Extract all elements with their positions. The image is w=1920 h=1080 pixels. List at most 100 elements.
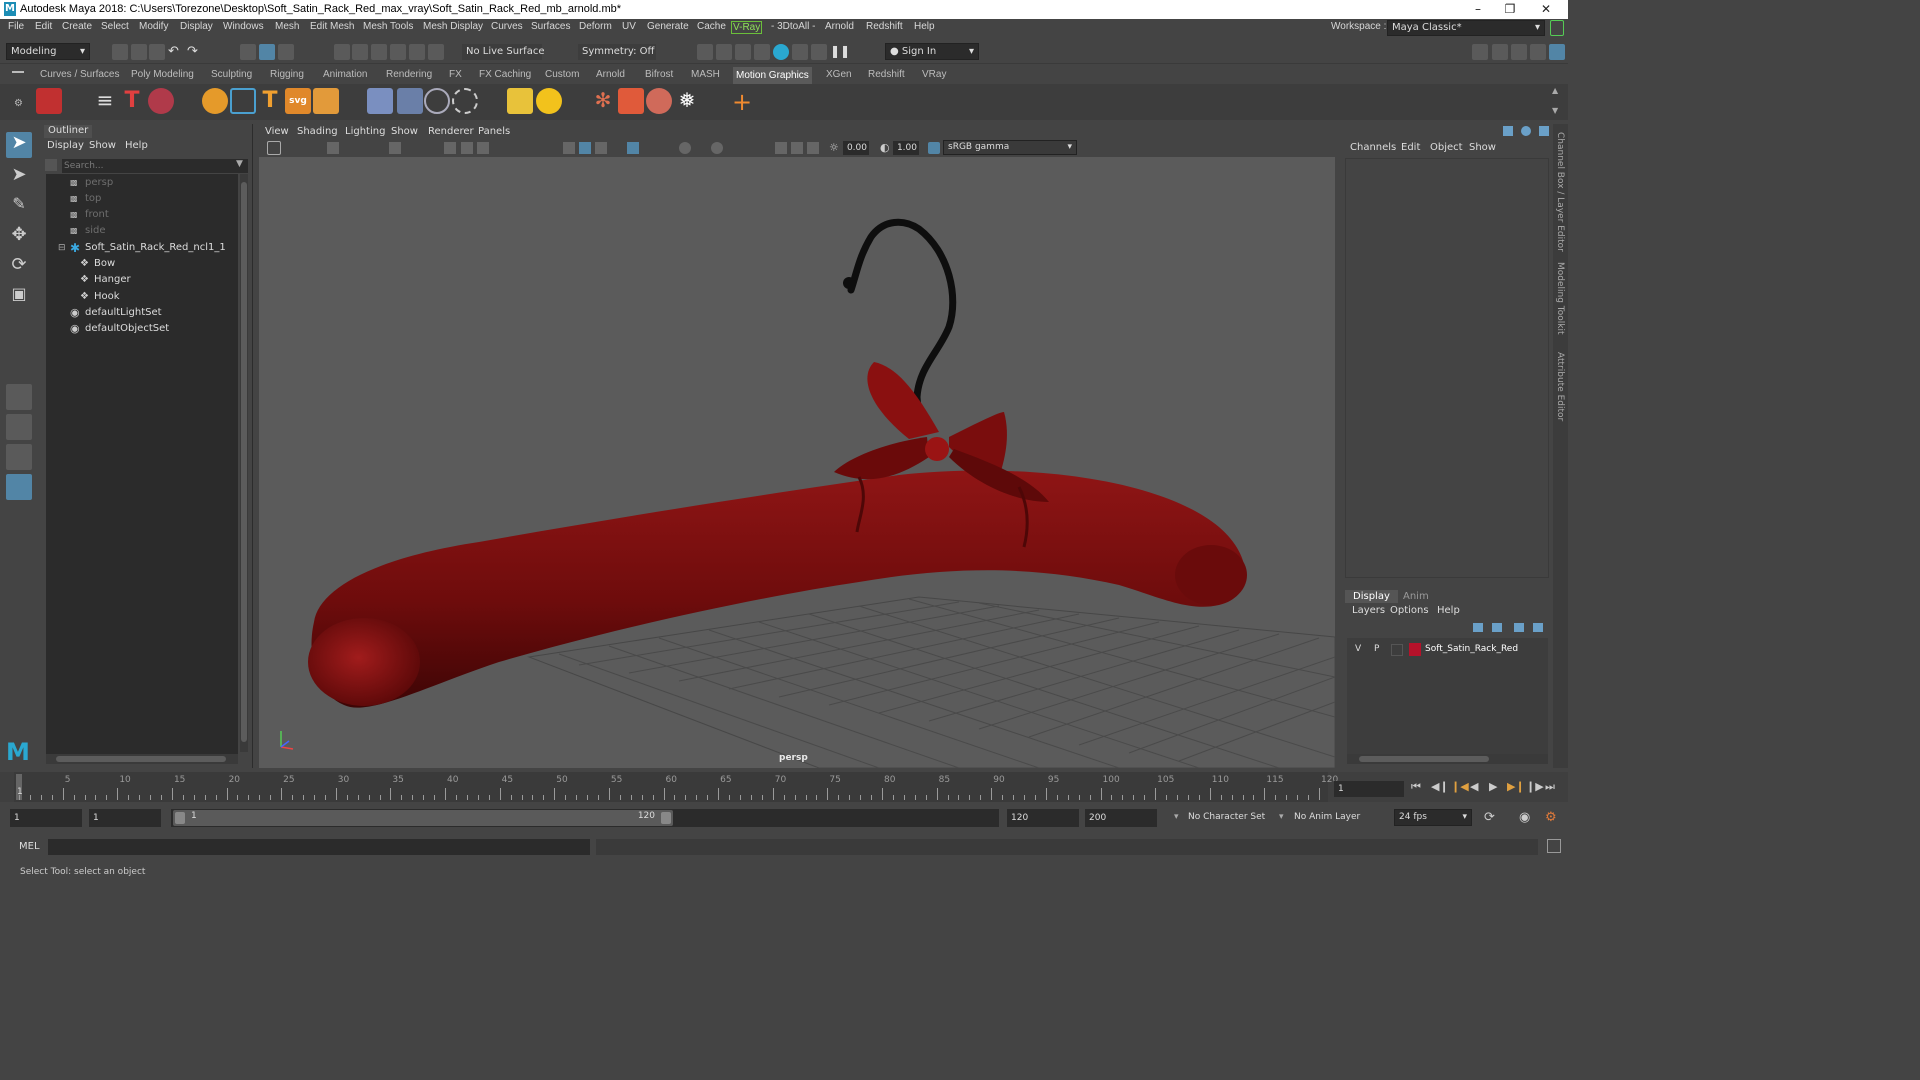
channel-menu-show[interactable]: Show — [1469, 142, 1496, 153]
four-view-layout-icon[interactable] — [6, 414, 32, 440]
step-forward-frame-icon[interactable]: ▶❙ — [1507, 780, 1525, 793]
outliner-search-input[interactable]: Search... — [62, 159, 248, 173]
shelf-tab-arnold[interactable]: Arnold — [596, 69, 625, 80]
lock-icon[interactable] — [1550, 20, 1564, 36]
range-start-handle[interactable] — [175, 812, 185, 824]
range-end-handle[interactable] — [661, 812, 671, 824]
side-by-side-layout-icon[interactable] — [6, 444, 32, 470]
shelf-settings-icon[interactable]: ⚙ — [14, 98, 23, 109]
paint-effects-icon[interactable] — [148, 88, 174, 114]
attribute-editor-toggle-icon[interactable] — [1492, 44, 1508, 60]
chevron-down-icon[interactable]: ▾ — [1279, 812, 1284, 822]
channel-box-toggle-icon[interactable] — [1530, 44, 1546, 60]
menu-mesh[interactable]: Mesh — [275, 21, 299, 32]
menu-create[interactable]: Create — [62, 21, 92, 32]
menu-surfaces[interactable]: Surfaces — [531, 21, 570, 32]
menu-arnold[interactable]: Arnold — [825, 21, 854, 32]
select-component-icon[interactable] — [278, 44, 294, 60]
camera-attributes-icon[interactable] — [327, 142, 339, 154]
layer-editor-toggle-icon[interactable] — [1549, 44, 1565, 60]
move-tool-icon[interactable]: ✥ — [6, 224, 32, 250]
mash-network-icon[interactable]: ✻ — [590, 88, 616, 114]
shelf-tab-rendering[interactable]: Rendering — [386, 69, 432, 80]
shelf-tab-rigging[interactable]: Rigging — [270, 69, 304, 80]
exposure-field[interactable]: 0.00 — [843, 141, 869, 155]
snap-grid-icon[interactable] — [334, 44, 350, 60]
mograph-cube-icon[interactable] — [36, 88, 62, 114]
menu-edit-mesh[interactable]: Edit Mesh — [310, 21, 354, 32]
menu-redshift[interactable]: Redshift — [866, 21, 903, 32]
box-type-icon[interactable] — [313, 88, 339, 114]
mash-hand-icon[interactable] — [646, 88, 672, 114]
play-backward-icon[interactable]: ◀ — [1470, 780, 1478, 793]
tool-settings-icon[interactable] — [1539, 126, 1549, 136]
modeling-toolkit-toggle-icon[interactable] — [1472, 44, 1488, 60]
side-tab-attribute-editor[interactable]: Attribute Editor — [1555, 352, 1565, 421]
range-handle-bar[interactable]: 1 120 — [173, 810, 673, 826]
channel-menu-channels[interactable]: Channels — [1350, 142, 1396, 153]
type-tool-icon[interactable]: T — [257, 88, 283, 114]
layer-horizontal-scrollbar[interactable] — [1347, 754, 1548, 764]
live-surface-field[interactable]: No Live Surface — [462, 44, 544, 60]
render-view-icon[interactable] — [792, 44, 808, 60]
character-set-dropdown[interactable]: No Character Set — [1188, 812, 1265, 822]
select-hierarchy-icon[interactable] — [240, 44, 256, 60]
go-to-end-icon[interactable]: ⏭ — [1545, 780, 1555, 794]
scrollbar-thumb[interactable] — [56, 756, 226, 762]
outliner-item-root-group[interactable]: ⊟ ✱ Soft_Satin_Rack_Red_ncl1_1 — [46, 240, 238, 256]
snap-point-icon[interactable] — [371, 44, 387, 60]
shelf-tab-sculpting[interactable]: Sculpting — [211, 69, 252, 80]
menu-help[interactable]: Help — [914, 21, 935, 32]
film-gate-icon[interactable] — [461, 142, 473, 154]
mash-ring-icon[interactable] — [424, 88, 450, 114]
step-back-frame-icon[interactable]: ❙◀ — [1451, 780, 1469, 793]
shelf-menu-icon[interactable] — [12, 71, 24, 73]
scrollbar-thumb[interactable] — [241, 182, 247, 742]
new-scene-icon[interactable] — [112, 44, 128, 60]
shelf-tab-fx-caching[interactable]: FX Caching — [479, 69, 531, 80]
single-view-layout-icon[interactable] — [6, 384, 32, 410]
resolution-gate-icon[interactable] — [477, 142, 489, 154]
menu-select[interactable]: Select — [101, 21, 129, 32]
outliner-layout-icon[interactable] — [6, 474, 32, 500]
playback-end-field[interactable]: 120 — [1007, 809, 1079, 827]
hypershade-icon[interactable] — [773, 44, 789, 60]
outliner-menu-display[interactable]: Display — [47, 140, 84, 151]
outliner-item-persp[interactable]: ▩ persp — [46, 175, 238, 191]
outliner-item-hook[interactable]: ❖ Hook — [46, 289, 238, 305]
svg-tool-icon[interactable]: svg — [285, 88, 311, 114]
minimize-icon[interactable]: – — [1460, 0, 1496, 19]
command-input[interactable] — [48, 839, 590, 855]
shelf-scroll-up-icon[interactable]: ▲ — [1552, 86, 1558, 95]
outliner-item-front[interactable]: ▩ front — [46, 207, 238, 223]
menu-deform[interactable]: Deform — [579, 21, 612, 32]
gamma-field[interactable]: 1.00 — [893, 141, 919, 155]
rotate-tool-icon[interactable]: ⟳ — [6, 254, 32, 280]
sun-light-icon[interactable] — [536, 88, 562, 114]
layer-menu-layers[interactable]: Layers — [1352, 605, 1385, 616]
mash-shirt-icon[interactable] — [618, 88, 644, 114]
select-object-icon[interactable] — [259, 44, 275, 60]
menu-file[interactable]: File — [8, 21, 24, 32]
channel-menu-edit[interactable]: Edit — [1401, 142, 1420, 153]
grid-toggle-icon[interactable] — [444, 142, 456, 154]
ipr-render-icon[interactable] — [735, 44, 751, 60]
color-space-dropdown[interactable]: sRGB gamma ▾ — [943, 140, 1077, 155]
menu-modify[interactable]: Modify — [139, 21, 168, 32]
move-layer-up-icon[interactable] — [1473, 623, 1483, 632]
paint-select-icon[interactable]: ✎ — [6, 194, 32, 220]
menu-3dtoall[interactable]: - 3DtoAll - — [771, 21, 815, 32]
close-icon[interactable]: ✕ — [1528, 0, 1564, 19]
text-tool-icon[interactable]: T — [119, 88, 145, 114]
restore-icon[interactable]: ❐ — [1492, 0, 1528, 19]
menu-generate[interactable]: Generate — [647, 21, 689, 32]
playback-start-field[interactable]: 1 — [89, 809, 161, 827]
mash-flake-icon[interactable]: ❅ — [674, 88, 700, 114]
snap-pivot-icon[interactable] — [428, 44, 444, 60]
viewport-menu-show[interactable]: Show — [391, 126, 418, 137]
time-ruler[interactable]: 1 5 10 15 20 25 30 35 40 45 50 55 60 65 70 75 80 85 90 95 1… — [14, 772, 1338, 802]
layer-playback-toggle[interactable]: P — [1374, 644, 1379, 654]
search-options-icon[interactable] — [45, 159, 57, 171]
redo-icon[interactable]: ↷ — [187, 44, 203, 60]
animation-end-field[interactable]: 200 — [1085, 809, 1157, 827]
